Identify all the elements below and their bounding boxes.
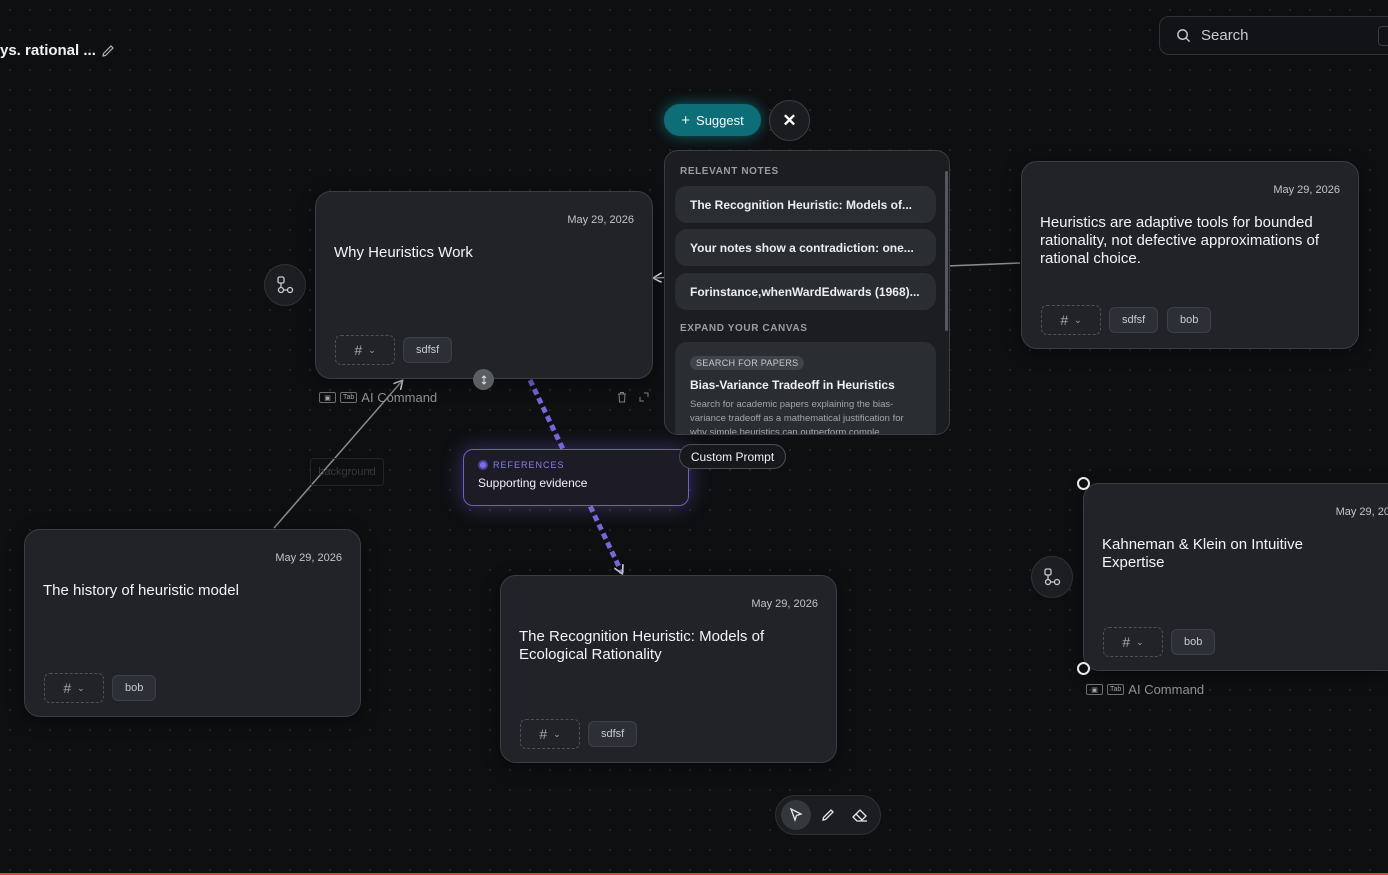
ai-command-label: AI Command: [1128, 682, 1205, 697]
note-card-kahneman-klein[interactable]: May 29, 20 Kahneman & Klein on Intuitive…: [1083, 483, 1388, 671]
trash-icon[interactable]: [616, 391, 628, 403]
chevron-down-icon: ⌄: [77, 682, 85, 693]
chevron-down-icon: ⌄: [553, 728, 561, 739]
chevron-down-icon: ⌄: [1136, 636, 1144, 647]
pen-icon: [822, 809, 834, 821]
tag-select-dropdown[interactable]: # ⌄: [44, 673, 104, 703]
relevant-note-item[interactable]: The Recognition Heuristic: Models of...: [675, 186, 936, 223]
search-icon: [1177, 29, 1191, 43]
hash-icon: #: [354, 342, 363, 358]
connect-icon: [277, 276, 294, 294]
note-title[interactable]: Heuristics are adaptive tools for bounde…: [1040, 214, 1338, 268]
connect-node-button[interactable]: [1031, 556, 1073, 598]
search-shortcut-icon: [1378, 26, 1388, 46]
edge-kind: REFERENCES: [478, 460, 674, 470]
edge-label-references[interactable]: REFERENCES Supporting evidence: [463, 449, 689, 506]
pen-tool-button[interactable]: [813, 800, 843, 830]
tag-chip[interactable]: sdfsf: [588, 721, 638, 747]
chevron-down-icon: ⌄: [1074, 314, 1082, 325]
resize-handle[interactable]: [1077, 477, 1090, 490]
note-date: May 29, 2026: [567, 214, 634, 226]
references-dot-icon: [478, 460, 488, 470]
note-date: May 29, 2026: [1273, 184, 1340, 196]
note-card-history[interactable]: May 29, 2026 The history of heuristic mo…: [24, 529, 361, 717]
tag-chip[interactable]: sdfsf: [1109, 307, 1159, 333]
expand-canvas-heading: EXPAND YOUR CANVAS: [680, 323, 808, 334]
tag-select-dropdown[interactable]: # ⌄: [335, 335, 395, 365]
search-placeholder: Search: [1201, 27, 1249, 44]
drag-handle-icon: [481, 374, 486, 385]
relevant-note-item[interactable]: Forinstance,whenWardEdwards (1968)...: [675, 273, 936, 310]
tag-chip[interactable]: sdfsf: [403, 337, 453, 363]
ai-command-label: AI Command: [361, 390, 438, 405]
plus-icon: +: [681, 111, 691, 129]
hash-icon: #: [63, 680, 72, 696]
note-title[interactable]: The history of heuristic model: [43, 582, 340, 600]
tag-chip[interactable]: bob: [1171, 629, 1216, 655]
keyboard-icon: ▣: [1086, 684, 1103, 695]
suggest-label: Suggest: [696, 112, 744, 128]
drawing-toolbar: [775, 795, 881, 835]
keyboard-icon: ▣: [319, 392, 336, 403]
note-title[interactable]: Why Heuristics Work: [334, 244, 632, 262]
edge-kind-label: REFERENCES: [493, 460, 565, 470]
hash-icon: #: [539, 726, 548, 742]
note-date: May 29, 20: [1335, 506, 1388, 518]
suggestion-panel: RELEVANT NOTES The Recognition Heuristic…: [664, 150, 950, 435]
note-card-why-heuristics[interactable]: May 29, 2026 Why Heuristics Work # ⌄ sdf…: [315, 191, 653, 379]
edge-label-text[interactable]: Supporting evidence: [478, 476, 674, 490]
ai-command-hint[interactable]: ▣ Tab AI Command: [1086, 682, 1204, 697]
relevant-note-item[interactable]: Your notes show a contradiction: one...: [675, 229, 936, 266]
note-title[interactable]: Kahneman & Klein on Intuitive Expertise: [1102, 536, 1368, 572]
tab-key: Tab: [340, 392, 358, 403]
panel-scrollbar[interactable]: [945, 171, 948, 331]
resize-handle[interactable]: [1077, 662, 1090, 675]
select-tool-button[interactable]: [781, 800, 811, 830]
paper-title: Bias-Variance Tradeoff in Heuristics: [690, 378, 895, 392]
paper-description: Search for academic papers explaining th…: [690, 399, 904, 435]
connect-node-button[interactable]: [264, 264, 306, 306]
expand-icon[interactable]: [638, 391, 650, 403]
note-card-adaptive-tools[interactable]: May 29, 2026 Heuristics are adaptive too…: [1021, 161, 1359, 349]
document-title[interactable]: ys. rational ...: [0, 42, 96, 59]
tab-key: Tab: [1107, 684, 1125, 695]
tag-select-dropdown[interactable]: # ⌄: [520, 719, 580, 749]
hash-icon: #: [1122, 634, 1131, 650]
close-icon: ✕: [782, 110, 797, 130]
tag-chip[interactable]: bob: [112, 675, 157, 701]
note-date: May 29, 2026: [275, 552, 342, 564]
tag-chip[interactable]: bob: [1167, 307, 1212, 333]
tag-select-dropdown[interactable]: # ⌄: [1041, 305, 1101, 335]
note-card-recognition-heuristic[interactable]: May 29, 2026 The Recognition Heuristic: …: [500, 575, 837, 763]
edit-pencil-icon[interactable]: [100, 43, 116, 59]
search-input[interactable]: Search: [1159, 16, 1388, 55]
close-suggest-button[interactable]: ✕: [769, 100, 810, 141]
background-label[interactable]: background: [310, 458, 384, 486]
eraser-tool-button[interactable]: [845, 800, 875, 830]
eraser-icon: [852, 809, 867, 822]
custom-prompt-button[interactable]: Custom Prompt: [679, 444, 786, 469]
suggest-button[interactable]: + Suggest: [664, 104, 761, 136]
connect-icon: [1044, 568, 1061, 586]
paper-suggestion-card[interactable]: SEARCH FOR PAPERS Bias-Variance Tradeoff…: [675, 342, 936, 435]
note-title[interactable]: The Recognition Heuristic: Models of Eco…: [519, 628, 816, 664]
hash-icon: #: [1060, 312, 1069, 328]
tag-select-dropdown[interactable]: # ⌄: [1103, 627, 1163, 657]
paper-badge: SEARCH FOR PAPERS: [690, 356, 805, 370]
chevron-down-icon: ⌄: [368, 344, 376, 355]
cursor-icon: [789, 807, 803, 822]
connection-handle[interactable]: [473, 369, 494, 390]
note-date: May 29, 2026: [751, 598, 818, 610]
relevant-notes-heading: RELEVANT NOTES: [680, 166, 779, 177]
ai-command-hint[interactable]: ▣ Tab AI Command: [319, 390, 437, 405]
